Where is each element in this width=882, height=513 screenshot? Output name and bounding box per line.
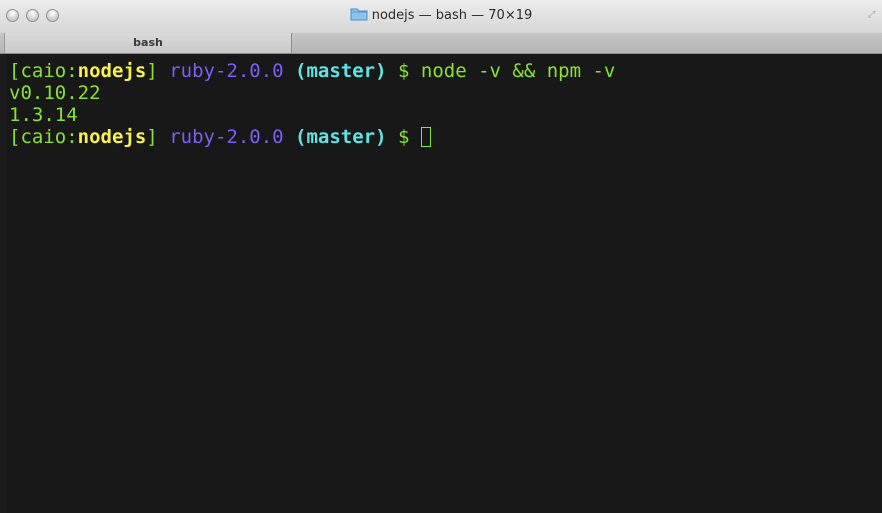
prompt-branch: (master) <box>295 126 387 148</box>
terminal-content[interactable]: [caio:nodejs] ruby-2.0.0 (master) $ node… <box>6 54 882 513</box>
prompt-symbol: $ <box>398 126 410 148</box>
prompt-symbol: $ <box>398 60 410 82</box>
prompt-bracket-close: ] <box>146 126 158 148</box>
output-line: 1.3.14 <box>9 104 78 126</box>
prompt-user: [caio: <box>9 60 78 82</box>
prompt-user: [caio: <box>9 126 78 148</box>
folder-icon <box>350 8 368 21</box>
tab-bash[interactable]: bash <box>4 33 292 53</box>
prompt-bracket-close: ] <box>146 60 158 82</box>
prompt-ruby: ruby-2.0.0 <box>169 126 284 148</box>
text-cursor[interactable] <box>420 127 431 147</box>
prompt-ruby: ruby-2.0.0 <box>169 60 284 82</box>
prompt-dir: nodejs <box>77 60 147 82</box>
tab-bar: bash <box>0 33 882 54</box>
terminal-line: [caio:nodejs] ruby-2.0.0 (master) $ node… <box>9 60 615 82</box>
terminal-window: nodejs — bash — 70×19 ⤢ bash [caio:nodej… <box>0 0 882 513</box>
window-title-text: nodejs — bash — 70×19 <box>371 8 533 23</box>
prompt-branch: (master) <box>295 60 387 82</box>
command-text: node -v && npm -v <box>420 60 616 82</box>
window-title: nodejs — bash — 70×19 <box>0 7 882 25</box>
fullscreen-icon[interactable]: ⤢ <box>868 10 878 20</box>
title-bar[interactable]: nodejs — bash — 70×19 ⤢ <box>0 0 882 34</box>
prompt-dir: nodejs <box>77 126 147 148</box>
output-line: v0.10.22 <box>9 82 101 104</box>
tab-label: bash <box>133 36 163 49</box>
terminal-line: [caio:nodejs] ruby-2.0.0 (master) $ <box>9 126 431 148</box>
